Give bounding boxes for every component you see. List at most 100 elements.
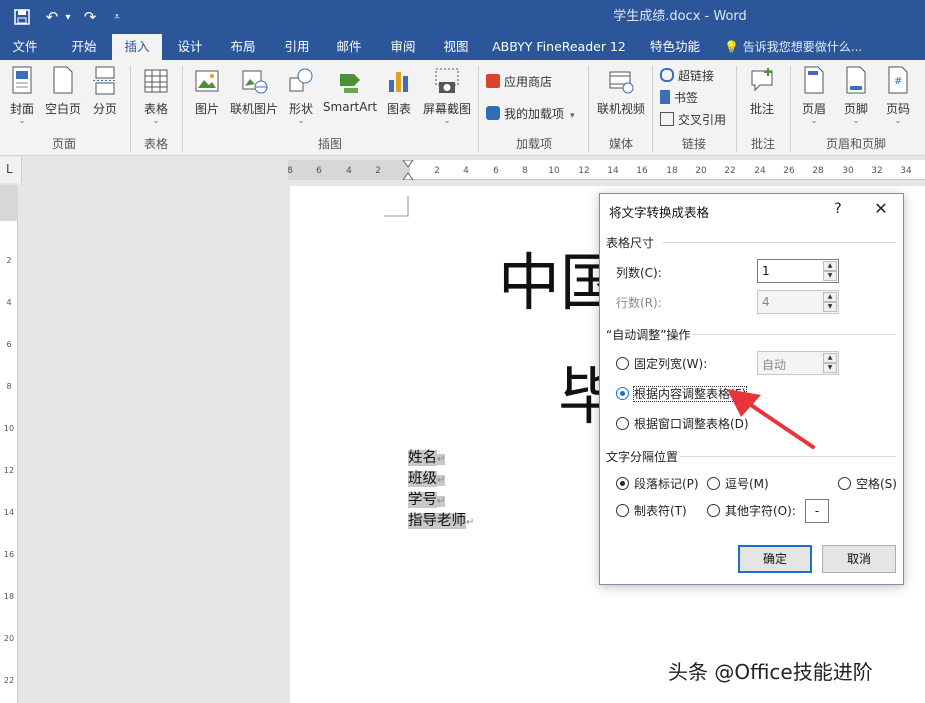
- my-addins-button[interactable]: 我的加载项 ▾: [486, 104, 575, 124]
- page-number-button[interactable]: # 页码 ⌄: [880, 64, 916, 130]
- selected-line[interactable]: 班级↵: [408, 469, 446, 490]
- shapes-button[interactable]: 形状 ⌄: [284, 64, 318, 130]
- svg-text:#: #: [894, 76, 902, 87]
- customize-qat-icon[interactable]: ⩡: [108, 0, 126, 34]
- tab-review[interactable]: 审阅: [384, 34, 422, 60]
- cross-reference-button[interactable]: 交叉引用: [660, 110, 726, 130]
- paragraph-mark-icon: ↵: [437, 475, 446, 486]
- section-separator: 文字分隔位置: [606, 450, 679, 464]
- ruler-tick-label: 2: [6, 256, 11, 265]
- selected-line[interactable]: 学号↵: [408, 490, 446, 511]
- cover-page-button[interactable]: 封面 ⌄: [4, 64, 40, 130]
- table-button[interactable]: 表格 ⌄: [138, 64, 174, 130]
- group-label-links: 链接: [681, 137, 706, 151]
- chart-button[interactable]: 图表: [382, 64, 416, 130]
- blank-page-icon: [53, 66, 73, 94]
- spin-down-icon[interactable]: ▼: [823, 271, 837, 281]
- tab-view[interactable]: 视图: [437, 34, 475, 60]
- ruler-tick-label: 6: [316, 166, 322, 176]
- tab-mailings[interactable]: 邮件: [330, 34, 368, 60]
- ruler-tick-label: 6: [493, 166, 499, 176]
- radio-circle-selected: [616, 387, 629, 400]
- radio-comma[interactable]: 逗号(M): [707, 475, 769, 493]
- picture-button[interactable]: 图片: [190, 64, 224, 130]
- cancel-button[interactable]: 取消: [822, 545, 896, 573]
- header-button[interactable]: 页眉 ⌄: [796, 64, 832, 130]
- spin-up-icon[interactable]: ▲: [823, 261, 837, 271]
- group-label-addins: 加载项: [515, 137, 552, 151]
- section-autofit: “自动调整”操作: [606, 328, 691, 342]
- online-picture-button[interactable]: 联机图片: [228, 64, 280, 130]
- footer-button[interactable]: 页脚 ⌄: [838, 64, 874, 130]
- tab-design[interactable]: 设计: [170, 34, 210, 60]
- radio-circle: [707, 504, 720, 517]
- tab-layout[interactable]: 布局: [224, 34, 262, 60]
- save-icon[interactable]: [8, 0, 36, 34]
- page-break-icon: [93, 66, 117, 95]
- undo-icon[interactable]: ↶: [42, 0, 62, 34]
- vertical-ruler[interactable]: 2 4 6 8 10 12 14 16 18 20 22: [0, 185, 18, 703]
- radio-label: 空格(S): [856, 477, 897, 491]
- comment-button[interactable]: 批注: [744, 64, 780, 130]
- group-label-illustrations: 插图: [317, 137, 342, 151]
- selected-text: 指导老师: [408, 513, 466, 529]
- ruler-tick-label: 6: [6, 340, 11, 349]
- radio-other[interactable]: 其他字符(O):: [707, 502, 796, 520]
- video-icon: [609, 71, 634, 94]
- hyperlink-button[interactable]: 超链接: [660, 66, 714, 86]
- selected-line[interactable]: 指导老师↵: [408, 511, 474, 532]
- tab-stop-selector[interactable]: L: [0, 157, 22, 183]
- horizontal-ruler[interactable]: 8 6 4 2 2 4 6 8 10 12 14 16 18 20 22 24 …: [288, 160, 925, 180]
- chevron-down-icon: ⌄: [152, 116, 160, 125]
- tab-abbyy[interactable]: ABBYY FineReader 12: [490, 34, 628, 60]
- radio-circle: [707, 477, 720, 490]
- other-char-input[interactable]: -: [805, 499, 829, 523]
- smartart-label: SmartArt: [322, 100, 378, 114]
- spin-down-icon: ▼: [823, 302, 837, 312]
- redo-icon[interactable]: ↷: [80, 0, 100, 34]
- tab-insert[interactable]: 插入: [112, 34, 162, 60]
- ok-button[interactable]: 确定: [738, 545, 812, 573]
- page-break-button[interactable]: 分页: [88, 64, 122, 130]
- columns-stepper[interactable]: 1 ▲ ▼: [757, 259, 839, 283]
- bookmark-icon: [660, 90, 670, 104]
- title-bar: ↶ ▾ ↷ ⩡ 学生成绩.docx - Word: [0, 0, 925, 34]
- radio-fixed-width[interactable]: 固定列宽(W):: [616, 355, 707, 373]
- tab-special[interactable]: 特色功能: [642, 34, 708, 60]
- screenshot-button[interactable]: 屏幕截图 ⌄: [420, 64, 474, 130]
- store-button[interactable]: 应用商店: [486, 72, 552, 92]
- smartart-button[interactable]: SmartArt: [322, 64, 378, 130]
- radio-label: 制表符(T): [634, 504, 687, 518]
- selected-text: 学号: [408, 492, 437, 508]
- radio-space[interactable]: 空格(S): [838, 475, 897, 493]
- ruler-tick-label: 28: [812, 166, 824, 176]
- undo-dropdown-icon[interactable]: ▾: [62, 0, 74, 34]
- radio-paragraph-mark[interactable]: 段落标记(P): [616, 475, 699, 493]
- close-icon[interactable]: ✕: [870, 198, 892, 220]
- page-number-icon: #: [888, 66, 908, 94]
- paragraph-mark-icon: ↵: [466, 517, 475, 528]
- radio-tab[interactable]: 制表符(T): [616, 502, 687, 520]
- online-video-button[interactable]: 联机视频: [594, 64, 648, 130]
- indent-marker-icon: [402, 160, 414, 180]
- window-title: 学生成绩.docx - Word: [613, 9, 747, 24]
- tab-file[interactable]: 文件: [4, 34, 46, 60]
- footer-label: 页脚: [843, 102, 868, 116]
- help-button[interactable]: ?: [828, 198, 848, 220]
- header-label: 页眉: [801, 102, 826, 116]
- group-separator: [736, 66, 737, 152]
- selected-line[interactable]: 姓名↵: [408, 448, 446, 469]
- group-label-comments: 批注: [750, 137, 775, 151]
- tab-home[interactable]: 开始: [62, 34, 106, 60]
- table-label: 表格: [143, 102, 168, 116]
- chart-icon: [389, 72, 408, 92]
- tab-references[interactable]: 引用: [278, 34, 316, 60]
- bookmark-button[interactable]: 书签: [660, 88, 698, 108]
- section-divider: [692, 334, 896, 335]
- tell-me-search[interactable]: 💡 告诉我您想要做什么...: [724, 34, 862, 60]
- blank-page-button[interactable]: 空白页: [42, 64, 84, 130]
- paragraph-mark-icon: ↵: [437, 454, 446, 465]
- rows-value: 4: [762, 295, 770, 309]
- ruler-tick-label: 14: [4, 508, 14, 517]
- group-label-media: 媒体: [608, 137, 633, 151]
